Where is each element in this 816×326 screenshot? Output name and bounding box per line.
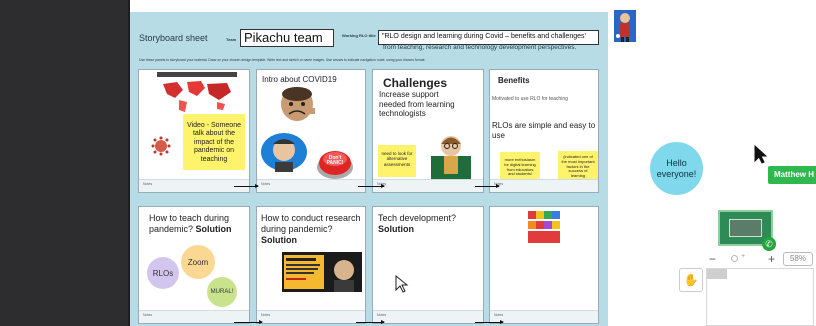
mouse-cursor-icon — [754, 145, 768, 164]
quiz-time-logo — [528, 211, 560, 243]
board-top-white — [130, 0, 608, 12]
panel-title: Benefits — [498, 76, 530, 85]
panel-title-bold: Solution — [261, 234, 297, 245]
zoom-out-button[interactable]: − — [709, 252, 716, 266]
webinar-flyer-image — [282, 252, 362, 292]
panel-title: Challenges — [383, 76, 448, 90]
screen: Storyboard sheet Team Pikachu team Worki… — [0, 0, 816, 326]
panel-notes[interactable]: Notes — [490, 310, 598, 323]
avatar-sticker[interactable] — [614, 10, 636, 42]
nav-arrow[interactable] — [358, 184, 385, 188]
panel-4[interactable]: Benefits Motivated to use RLO for teachi… — [489, 69, 599, 193]
panel-6[interactable]: How to conduct research during pandemic?… — [256, 206, 366, 324]
collaborator-cursor-label: Matthew H — [768, 166, 816, 184]
zoom-in-button[interactable]: + — [768, 252, 775, 266]
panel-notes[interactable]: Notes — [139, 310, 249, 323]
hand-tool-button[interactable]: ✋ — [679, 268, 703, 292]
panel-8[interactable]: Notes — [489, 206, 599, 324]
worried-face-image — [281, 87, 315, 121]
panel-motivated: Motivated to use RLO for teaching — [492, 96, 568, 102]
panic-badge-text: Don't PANIC! — [326, 155, 344, 166]
nav-arrow[interactable] — [234, 184, 259, 188]
panel-3[interactable]: Challenges Increase support needed from … — [372, 69, 484, 193]
panel-notes[interactable]: Notes — [373, 310, 483, 323]
panel-body: RLOs are simple and easy to use — [492, 121, 596, 140]
panel-5[interactable]: How to teach during pandemic? Solution R… — [138, 206, 250, 324]
rlo-title-field[interactable]: "RLO design and learning during Covid – … — [378, 30, 599, 45]
nav-arrow[interactable] — [475, 320, 504, 324]
panel-title-bold: Solution — [195, 223, 232, 234]
hello-bubble[interactable]: Hello everyone! — [650, 142, 703, 195]
zoom-slider-handle[interactable] — [731, 255, 738, 262]
panel-7[interactable]: Tech development? Solution Notes — [372, 206, 484, 324]
world-map-image — [157, 72, 237, 116]
instructions-text: Use these panels to storyboard your mate… — [139, 58, 426, 62]
panel-notes[interactable]: Notes — [373, 179, 483, 192]
panel-notes[interactable]: Notes — [257, 179, 365, 192]
panel-title: Tech development? Solution — [378, 213, 482, 235]
whatsapp-icon[interactable]: ✆ — [762, 237, 776, 251]
panel-notes[interactable]: Notes — [139, 179, 249, 192]
nav-arrow[interactable] — [234, 320, 263, 324]
panel-title: How to teach during pandemic? Solution — [149, 213, 241, 235]
rlo-title-line2: from teaching, research and technology d… — [383, 44, 577, 51]
minimap-chip — [707, 269, 727, 279]
panel-notes[interactable]: Notes — [257, 310, 365, 323]
team-label: Team — [226, 37, 237, 42]
hand-icon: ✋ — [683, 273, 699, 287]
mouse-pointer-icon — [395, 275, 409, 293]
thumbnail-inner — [729, 219, 762, 237]
rlo-title-label: Working RLO title — [342, 33, 376, 38]
zoom-percent-field[interactable]: 58% — [783, 252, 813, 266]
virus-icon — [151, 136, 171, 156]
circle-rlos[interactable]: RLOs — [147, 257, 179, 289]
photo-person-image — [261, 133, 307, 172]
panel-body: Increase support needed from learning te… — [379, 90, 455, 119]
circle-mural[interactable]: MURAL! — [207, 277, 237, 307]
sticky-video[interactable]: Video - Someone talk about the impact of… — [183, 114, 245, 170]
sheet-title: Storyboard sheet — [139, 33, 208, 43]
panel-notes[interactable]: Notes — [490, 179, 598, 192]
left-dark-panel — [0, 0, 128, 326]
nav-arrow[interactable] — [475, 184, 500, 188]
panel-title-plain: How to conduct research during pandemic? — [261, 213, 361, 234]
circle-zoom[interactable]: Zoom — [181, 245, 215, 279]
sticky-assessments[interactable]: need to look for alternative assessments — [378, 145, 416, 177]
panel-title-bold: Solution — [378, 223, 414, 234]
team-field[interactable]: Pikachu team — [240, 29, 334, 47]
panel-2[interactable]: Intro about COVID19 Don't PANIC! Notes — [256, 69, 366, 193]
panel-title-plain: Tech development? — [378, 213, 457, 223]
zoom-slider-plus-icon: + — [741, 253, 746, 260]
panel-title: How to conduct research during pandemic?… — [261, 213, 365, 245]
panel-1[interactable]: Video - Someone talk about the impact of… — [138, 69, 250, 193]
nav-arrow[interactable] — [356, 320, 385, 324]
